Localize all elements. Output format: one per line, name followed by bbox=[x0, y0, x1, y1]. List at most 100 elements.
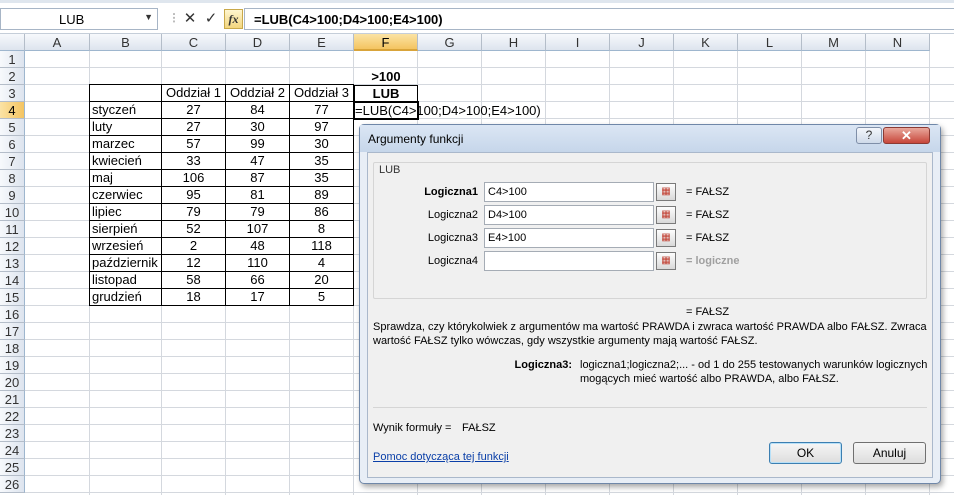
table-cell[interactable]: 99 bbox=[225, 135, 290, 153]
table-cell[interactable]: 17 bbox=[225, 288, 290, 306]
row-header-17[interactable]: 17 bbox=[0, 323, 25, 340]
dialog-titlebar[interactable]: Argumenty funkcji ? ✕ bbox=[360, 125, 940, 152]
row-header-11[interactable]: 11 bbox=[0, 221, 25, 238]
row-header-15[interactable]: 15 bbox=[0, 289, 25, 306]
table-cell[interactable]: 57 bbox=[161, 135, 226, 153]
column-header-g[interactable]: G bbox=[418, 34, 482, 51]
table-cell[interactable]: 35 bbox=[289, 169, 354, 187]
row-header-24[interactable]: 24 bbox=[0, 442, 25, 459]
row-header-13[interactable]: 13 bbox=[0, 255, 25, 272]
table-cell[interactable]: 84 bbox=[225, 101, 290, 119]
row-header-8[interactable]: 8 bbox=[0, 170, 25, 187]
close-button[interactable]: ✕ bbox=[883, 127, 930, 144]
table-cell[interactable]: 97 bbox=[289, 118, 354, 136]
table-cell[interactable]: 79 bbox=[161, 203, 226, 221]
name-box[interactable]: LUB ▼ bbox=[0, 8, 158, 30]
column-header-j[interactable]: J bbox=[610, 34, 674, 51]
cell-f2[interactable]: >100 bbox=[354, 68, 418, 85]
table-row-month[interactable]: styczeń bbox=[89, 101, 162, 119]
table-cell[interactable]: 89 bbox=[289, 186, 354, 204]
table-cell[interactable]: 58 bbox=[161, 271, 226, 289]
row-header-7[interactable]: 7 bbox=[0, 153, 25, 170]
table-row-month[interactable]: sierpień bbox=[89, 220, 162, 238]
ok-button[interactable]: OK bbox=[769, 442, 842, 464]
table-cell[interactable]: 86 bbox=[289, 203, 354, 221]
row-header-20[interactable]: 20 bbox=[0, 374, 25, 391]
row-header-9[interactable]: 9 bbox=[0, 187, 25, 204]
table-cell[interactable]: 87 bbox=[225, 169, 290, 187]
table-cell[interactable]: 27 bbox=[161, 118, 226, 136]
row-header-22[interactable]: 22 bbox=[0, 408, 25, 425]
row-header-5[interactable]: 5 bbox=[0, 119, 25, 136]
cell-f4[interactable]: =LUB(C4>100;D4>100;E4>100) bbox=[355, 102, 555, 119]
row-header-6[interactable]: 6 bbox=[0, 136, 25, 153]
table-cell[interactable]: 81 bbox=[225, 186, 290, 204]
cancel-icon[interactable]: ✕ bbox=[180, 9, 200, 29]
table-row-month[interactable]: czerwiec bbox=[89, 186, 162, 204]
row-header-14[interactable]: 14 bbox=[0, 272, 25, 289]
column-header-i[interactable]: I bbox=[546, 34, 610, 51]
arg-input-logiczna4[interactable] bbox=[484, 251, 654, 271]
table-header[interactable]: Oddział 1 bbox=[161, 84, 226, 102]
column-header-k[interactable]: K bbox=[674, 34, 738, 51]
row-header-21[interactable]: 21 bbox=[0, 391, 25, 408]
table-cell[interactable]: 8 bbox=[289, 220, 354, 238]
arg-input-logiczna2[interactable]: D4>100 bbox=[484, 205, 654, 225]
table-cell[interactable]: 5 bbox=[289, 288, 354, 306]
enter-icon[interactable]: ✓ bbox=[201, 9, 221, 29]
chevron-down-icon[interactable]: ▼ bbox=[144, 12, 153, 22]
table-cell[interactable]: 79 bbox=[225, 203, 290, 221]
row-header-3[interactable]: 3 bbox=[0, 85, 25, 102]
column-header-b[interactable]: B bbox=[90, 34, 162, 51]
select-all-corner[interactable] bbox=[0, 34, 25, 51]
row-header-1[interactable]: 1 bbox=[0, 51, 25, 68]
table-cell[interactable]: 33 bbox=[161, 152, 226, 170]
row-header-19[interactable]: 19 bbox=[0, 357, 25, 374]
table-cell[interactable]: 48 bbox=[225, 237, 290, 255]
cancel-button[interactable]: Anuluj bbox=[853, 442, 926, 464]
table-row-month[interactable]: maj bbox=[89, 169, 162, 187]
table-cell[interactable]: 110 bbox=[225, 254, 290, 272]
row-header-25[interactable]: 25 bbox=[0, 459, 25, 476]
table-row-month[interactable]: kwiecień bbox=[89, 152, 162, 170]
help-button[interactable]: ? bbox=[856, 127, 882, 144]
table-cell[interactable]: 66 bbox=[225, 271, 290, 289]
table-cell[interactable]: 12 bbox=[161, 254, 226, 272]
column-header-h[interactable]: H bbox=[482, 34, 546, 51]
row-header-12[interactable]: 12 bbox=[0, 238, 25, 255]
column-header-e[interactable]: E bbox=[290, 34, 354, 51]
table-cell[interactable]: 95 bbox=[161, 186, 226, 204]
range-select-icon[interactable]: ▦ bbox=[656, 206, 676, 224]
row-header-2[interactable]: 2 bbox=[0, 68, 25, 85]
arg-input-logiczna3[interactable]: E4>100 bbox=[484, 228, 654, 248]
column-header-d[interactable]: D bbox=[226, 34, 290, 51]
column-header-l[interactable]: L bbox=[738, 34, 802, 51]
table-cell[interactable]: 77 bbox=[289, 101, 354, 119]
row-header-10[interactable]: 10 bbox=[0, 204, 25, 221]
table-cell[interactable]: 52 bbox=[161, 220, 226, 238]
column-header-f[interactable]: F bbox=[354, 34, 418, 51]
range-select-icon[interactable]: ▦ bbox=[656, 183, 676, 201]
row-header-18[interactable]: 18 bbox=[0, 340, 25, 357]
range-select-icon[interactable]: ▦ bbox=[656, 252, 676, 270]
column-header-n[interactable]: N bbox=[866, 34, 930, 51]
table-cell[interactable]: 20 bbox=[289, 271, 354, 289]
column-header-m[interactable]: M bbox=[802, 34, 866, 51]
table-row-month[interactable]: grudzień bbox=[89, 288, 162, 306]
table-cell[interactable]: 4 bbox=[289, 254, 354, 272]
table-cell[interactable]: 107 bbox=[225, 220, 290, 238]
table-row-month[interactable]: wrzesień bbox=[89, 237, 162, 255]
help-link[interactable]: Pomoc dotycząca tej funkcji bbox=[373, 450, 509, 464]
table-cell[interactable]: 118 bbox=[289, 237, 354, 255]
formula-input[interactable]: =LUB(C4>100;D4>100;E4>100) bbox=[244, 8, 954, 30]
row-header-4[interactable]: 4 bbox=[0, 102, 25, 119]
table-row-month[interactable]: luty bbox=[89, 118, 162, 136]
range-select-icon[interactable]: ▦ bbox=[656, 229, 676, 247]
table-cell[interactable]: 35 bbox=[289, 152, 354, 170]
table-cell[interactable]: 2 bbox=[161, 237, 226, 255]
row-header-26[interactable]: 26 bbox=[0, 476, 25, 493]
table-cell[interactable]: 18 bbox=[161, 288, 226, 306]
table-row-month[interactable]: listopad bbox=[89, 271, 162, 289]
column-header-a[interactable]: A bbox=[25, 34, 90, 51]
table-cell[interactable]: 106 bbox=[161, 169, 226, 187]
